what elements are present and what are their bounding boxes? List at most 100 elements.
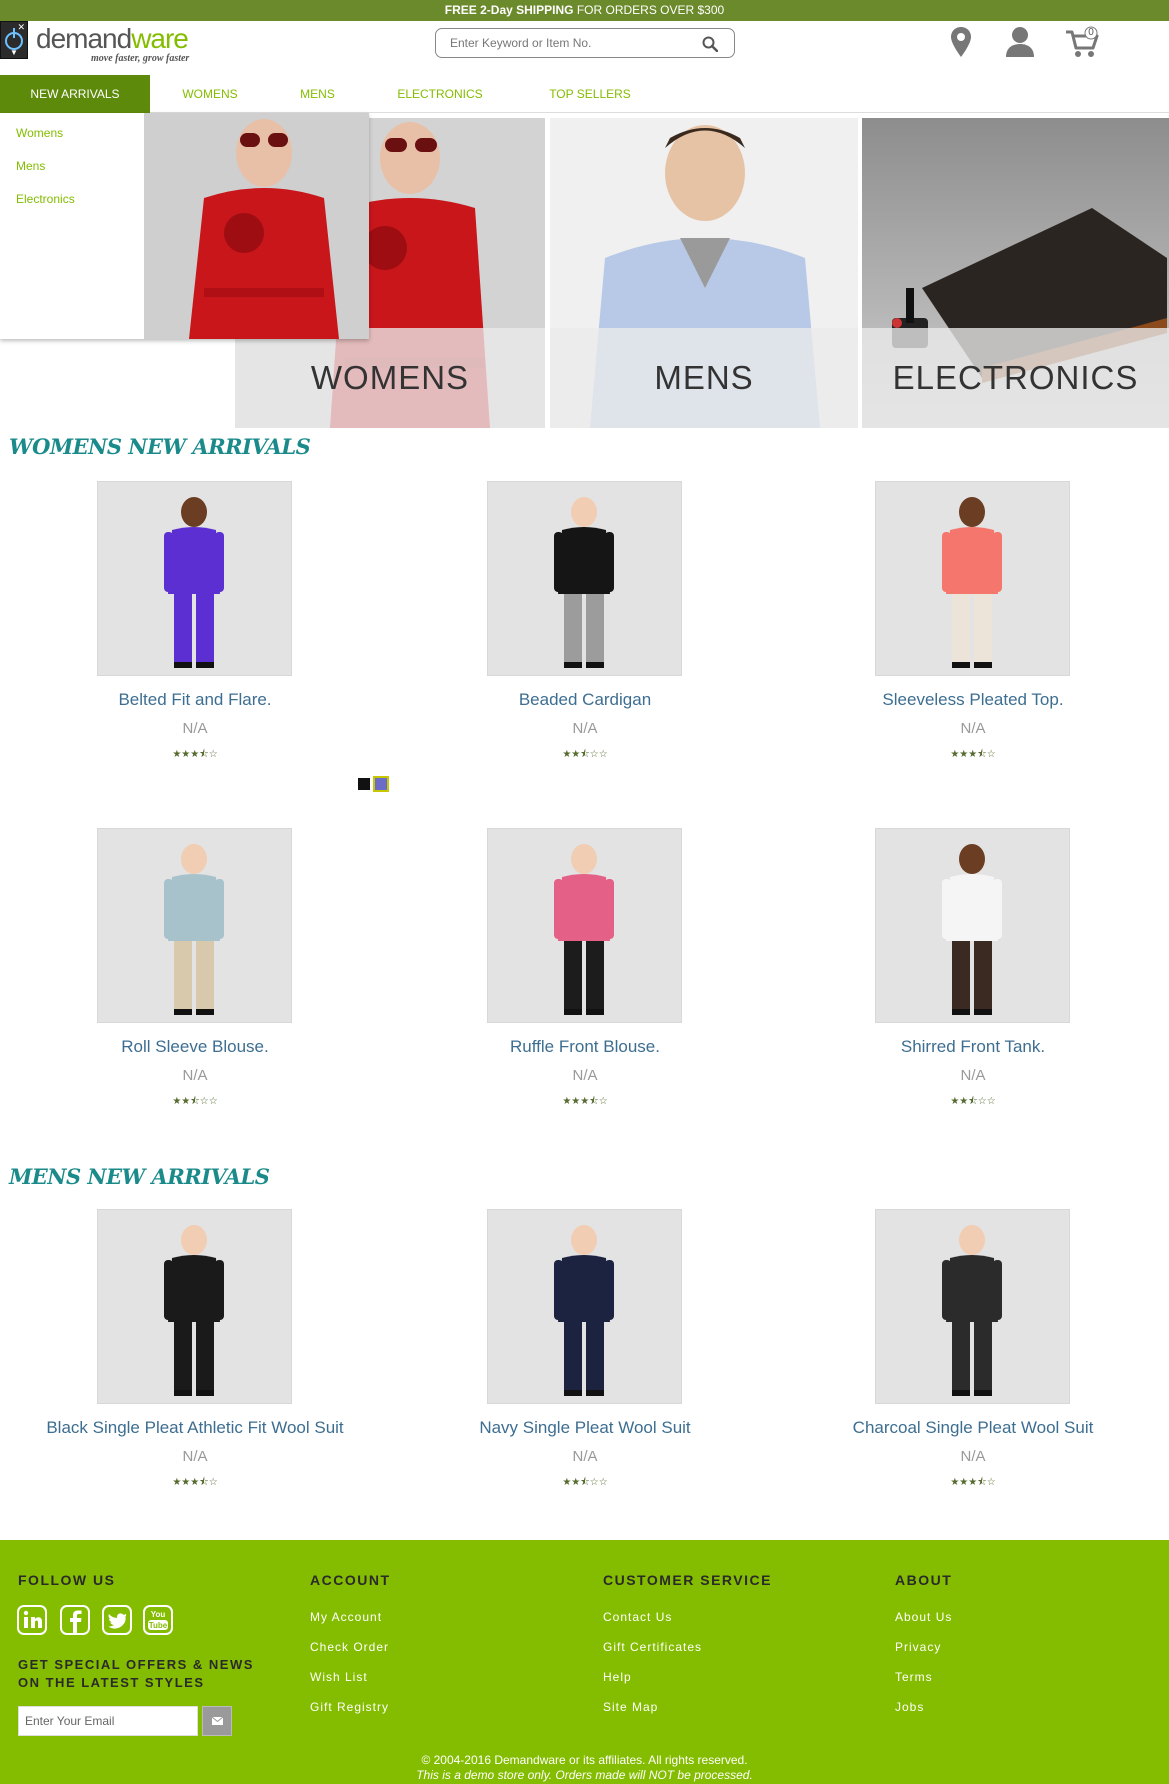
footer-link-privacy[interactable]: Privacy <box>895 1640 941 1654</box>
cart-count: 0 <box>1088 27 1094 38</box>
product-name-link[interactable]: Belted Fit and Flare. <box>0 690 390 710</box>
offers-heading-line1: GET SPECIAL OFFERS & NEWS <box>18 1657 254 1672</box>
product-name-link[interactable]: Black Single Pleat Athletic Fit Wool Sui… <box>0 1418 390 1438</box>
product-image[interactable] <box>487 1209 682 1404</box>
product-card[interactable]: Black Single Pleat Athletic Fit Wool Sui… <box>0 1209 390 1489</box>
product-card[interactable]: Navy Single Pleat Wool Suit N/A ★★⯪☆☆ <box>390 1209 780 1489</box>
product-name-link[interactable]: Beaded Cardigan <box>390 690 780 710</box>
product-name-link[interactable]: Shirred Front Tank. <box>778 1037 1168 1057</box>
product-card[interactable]: Roll Sleeve Blouse. N/A ★★⯪☆☆ <box>0 828 390 1108</box>
search-input[interactable] <box>450 34 680 52</box>
hero-caption-electronics: ELECTRONICS <box>862 328 1169 428</box>
nav-item-top-sellers[interactable]: TOP SELLERS <box>540 75 640 113</box>
product-card[interactable]: Charcoal Single Pleat Wool Suit N/A ★★★⯪☆ <box>778 1209 1168 1489</box>
footer-link-check-order[interactable]: Check Order <box>310 1640 389 1654</box>
email-submit-button[interactable] <box>202 1706 232 1736</box>
close-icon[interactable]: ✕ <box>17 23 25 32</box>
svg-text:Tube: Tube <box>149 1621 168 1630</box>
footer-link-wish-list[interactable]: Wish List <box>310 1670 368 1684</box>
womens-section-title: WOMENS NEW ARRIVALS <box>9 434 311 459</box>
copyright-text: © 2004-2016 Demandware or its affiliates… <box>421 1753 748 1767</box>
chevron-down-icon[interactable]: ▼ <box>10 48 18 57</box>
product-image[interactable] <box>875 1209 1070 1404</box>
product-price: N/A <box>182 1448 208 1465</box>
footer-link-contact-us[interactable]: Contact Us <box>603 1610 672 1624</box>
hero-caption-mens: MENS <box>550 328 858 428</box>
product-name-link[interactable]: Navy Single Pleat Wool Suit <box>390 1418 780 1438</box>
twitter-icon[interactable] <box>102 1605 132 1635</box>
about-heading: ABOUT <box>895 1572 953 1588</box>
product-card[interactable]: Ruffle Front Blouse. N/A ★★★⯪☆ <box>390 828 780 1108</box>
dropdown-item-electronics[interactable]: Electronics <box>16 192 75 206</box>
product-card[interactable]: Sleeveless Pleated Top. N/A ★★★⯪☆ <box>778 481 1168 761</box>
footer-link-gift-registry[interactable]: Gift Registry <box>310 1700 389 1714</box>
nav-item-new-arrivals[interactable]: NEW ARRIVALS <box>0 75 150 113</box>
cart-icon[interactable] <box>1065 26 1101 60</box>
follow-us-heading: FOLLOW US <box>18 1572 116 1588</box>
power-icon[interactable]: ✕ ▼ <box>0 21 28 59</box>
product-price: N/A <box>572 1448 598 1465</box>
footer-link-help[interactable]: Help <box>603 1670 632 1684</box>
hero-tile-mens[interactable]: MENS <box>550 118 858 428</box>
product-card[interactable]: Beaded Cardigan N/A ★★⯪☆☆ <box>390 481 780 761</box>
shipping-banner-text: FOR ORDERS OVER $300 <box>573 3 725 17</box>
youtube-icon[interactable]: You Tube <box>143 1605 173 1635</box>
linkedin-icon[interactable] <box>17 1605 47 1635</box>
product-price: N/A <box>960 720 986 737</box>
offers-heading-line2: ON THE LATEST STYLES <box>18 1675 205 1690</box>
product-image[interactable] <box>97 828 292 1023</box>
location-pin-icon[interactable] <box>950 26 972 58</box>
nav-item-womens[interactable]: WOMENS <box>170 75 250 113</box>
new-arrivals-dropdown: Womens Mens Electronics <box>0 113 369 339</box>
color-swatch-black[interactable] <box>358 778 370 790</box>
product-name-link[interactable]: Roll Sleeve Blouse. <box>0 1037 390 1057</box>
product-rating-stars: ★★★⯪☆ <box>172 749 218 760</box>
product-image[interactable] <box>97 1209 292 1404</box>
svg-text:You: You <box>151 1610 166 1619</box>
product-rating-stars: ★★⯪☆☆ <box>172 1096 218 1107</box>
product-image[interactable] <box>487 481 682 676</box>
product-card[interactable]: Shirred Front Tank. N/A ★★⯪☆☆ <box>778 828 1168 1108</box>
hero-tile-electronics[interactable]: ELECTRONICS <box>862 118 1169 428</box>
footer-link-jobs[interactable]: Jobs <box>895 1700 924 1714</box>
dropdown-promo-image[interactable] <box>144 113 369 339</box>
product-rating-stars: ★★★⯪☆ <box>950 1477 996 1488</box>
logo-text-2: ware <box>131 23 189 54</box>
product-image[interactable] <box>875 828 1070 1023</box>
footer-link-terms[interactable]: Terms <box>895 1670 933 1684</box>
footer-link-gift-certificates[interactable]: Gift Certificates <box>603 1640 702 1654</box>
nav-item-electronics[interactable]: ELECTRONICS <box>390 75 490 113</box>
product-name-link[interactable]: Sleeveless Pleated Top. <box>778 690 1168 710</box>
footer-link-about-us[interactable]: About Us <box>895 1610 952 1624</box>
site-logo[interactable]: demandware move faster, grow faster <box>36 23 189 64</box>
nav-item-mens[interactable]: MENS <box>290 75 345 113</box>
product-price: N/A <box>960 1448 986 1465</box>
shipping-banner-bold: FREE 2-Day SHIPPING <box>444 3 574 17</box>
product-price: N/A <box>572 1067 598 1084</box>
customer-service-heading: CUSTOMER SERVICE <box>603 1572 772 1588</box>
product-image[interactable] <box>487 828 682 1023</box>
user-icon[interactable] <box>1005 26 1035 58</box>
envelope-icon <box>211 1716 224 1725</box>
dropdown-list: Womens Mens Electronics <box>0 113 144 339</box>
facebook-icon[interactable] <box>60 1605 90 1635</box>
product-name-link[interactable]: Ruffle Front Blouse. <box>390 1037 780 1057</box>
product-rating-stars: ★★★⯪☆ <box>172 1477 218 1488</box>
product-rating-stars: ★★⯪☆☆ <box>562 1477 608 1488</box>
product-name-link[interactable]: Charcoal Single Pleat Wool Suit <box>778 1418 1168 1438</box>
product-card[interactable]: Belted Fit and Flare. N/A ★★★⯪☆ <box>0 481 390 761</box>
product-price: N/A <box>960 1067 986 1084</box>
search-icon[interactable] <box>702 36 718 52</box>
product-rating-stars: ★★⯪☆☆ <box>950 1096 996 1107</box>
product-image[interactable] <box>97 481 292 676</box>
product-price: N/A <box>182 1067 208 1084</box>
footer-link-site-map[interactable]: Site Map <box>603 1700 658 1714</box>
product-rating-stars: ★★⯪☆☆ <box>562 749 608 760</box>
email-signup-input[interactable] <box>18 1706 198 1736</box>
color-swatch-purple[interactable] <box>373 776 389 792</box>
product-image[interactable] <box>875 481 1070 676</box>
dropdown-item-womens[interactable]: Womens <box>16 126 63 140</box>
dropdown-item-mens[interactable]: Mens <box>16 159 45 173</box>
footer-link-my-account[interactable]: My Account <box>310 1610 382 1624</box>
account-heading: ACCOUNT <box>310 1572 391 1588</box>
